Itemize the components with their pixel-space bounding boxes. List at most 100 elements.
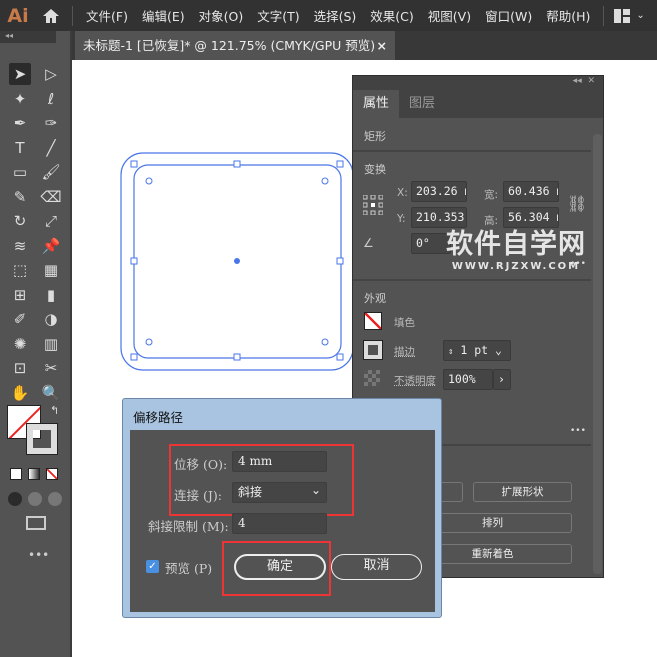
column-graph-tool[interactable]: ▥ <box>40 333 62 355</box>
ok-button[interactable]: 确定 <box>234 554 326 580</box>
eraser-tool[interactable]: ⌫ <box>40 186 62 208</box>
color-mode-row <box>10 468 58 480</box>
offset-input[interactable]: 4 mm <box>232 451 327 472</box>
appearance-title: 外观 <box>364 292 386 305</box>
x-label: X: <box>397 187 408 199</box>
rotate-input[interactable]: 0° <box>411 233 451 254</box>
miter-limit-input[interactable]: 4 <box>232 513 327 534</box>
menu-file[interactable]: 文件(F) <box>79 6 135 25</box>
tab-layers[interactable]: 图层 <box>399 90 445 118</box>
rotate-tool[interactable]: ↻ <box>9 210 31 232</box>
blend-tool[interactable]: ◑ <box>40 308 62 330</box>
miter-limit-label: 斜接限制 (M): <box>148 519 229 534</box>
watermark-text: 软件自学网 <box>446 229 586 260</box>
scrollbar[interactable] <box>593 134 602 574</box>
swap-colors-icon[interactable]: ↰ <box>50 404 59 417</box>
joins-label: 连接 (J): <box>174 488 222 503</box>
close-tab-button[interactable]: × <box>377 31 387 60</box>
preview-checkbox[interactable]: ✓ <box>146 560 159 573</box>
expand-shape-button[interactable]: 扩展形状 <box>473 482 572 502</box>
perspective-grid-tool[interactable]: ▦ <box>40 259 62 281</box>
more-tools-button[interactable]: ••• <box>28 548 49 562</box>
rectangle-tool[interactable]: ▭ <box>9 161 31 183</box>
x-input[interactable]: 203.26 m <box>411 181 467 202</box>
zoom-tool[interactable]: 🔍 <box>40 382 62 404</box>
magic-wand-tool[interactable]: ✦ <box>9 88 31 110</box>
joins-select[interactable]: 斜接 ⌄ <box>232 482 327 503</box>
curvature-tool[interactable]: ✑ <box>40 112 62 134</box>
puppet-warp-tool[interactable]: 📌 <box>40 235 62 257</box>
tab-properties[interactable]: 属性 <box>353 90 400 118</box>
constrain-proportions-icon[interactable]: ⛓ <box>567 194 587 213</box>
gradient-button[interactable] <box>28 468 40 480</box>
menu-edit[interactable]: 编辑(E) <box>135 6 192 25</box>
opacity-icon <box>364 370 380 386</box>
cancel-button[interactable]: 取消 <box>331 554 422 580</box>
menu-object[interactable]: 对象(O) <box>192 6 251 25</box>
menu-select[interactable]: 选择(S) <box>307 6 364 25</box>
chevron-down-icon[interactable]: ⌄ <box>495 343 502 357</box>
menu-view[interactable]: 视图(V) <box>421 6 478 25</box>
free-transform-tool[interactable]: ⬚ <box>9 259 31 281</box>
reference-point-icon[interactable] <box>363 195 383 215</box>
stroke-weight-stepper[interactable]: ⇕ 1 pt ⌄ <box>443 340 511 361</box>
pen-tool[interactable]: ✒ <box>9 112 31 134</box>
collapse-icon[interactable]: ◂◂ <box>573 76 582 86</box>
width-input[interactable]: 60.436 m <box>503 181 559 202</box>
symbol-sprayer-tool[interactable]: ✺ <box>9 333 31 355</box>
opacity-input[interactable]: 100% <box>443 369 493 390</box>
slice-tool[interactable]: ✂ <box>40 357 62 379</box>
scale-tool[interactable]: ⤢ <box>40 210 62 232</box>
stroke-swatch[interactable] <box>26 423 58 455</box>
draw-modes[interactable] <box>8 492 62 506</box>
stroke-label[interactable]: 描边 <box>394 344 415 359</box>
more-options-button[interactable]: ••• <box>570 426 586 436</box>
menu-window[interactable]: 窗口(W) <box>478 6 539 25</box>
offset-path-dialog: 偏移路径 位移 (O): 4 mm 连接 (J): 斜接 ⌄ 斜接限制 (M): … <box>122 398 442 618</box>
type-tool[interactable]: T <box>9 137 31 159</box>
collapse-toolbar-button[interactable]: ◂◂ <box>0 31 56 43</box>
dialog-title: 偏移路径 <box>133 410 184 425</box>
artboard-tool[interactable]: ⊡ <box>9 357 31 379</box>
stroke-swatch-panel[interactable] <box>363 340 383 360</box>
menu-effect[interactable]: 效果(C) <box>363 6 420 25</box>
app-logo: Ai <box>7 4 29 27</box>
home-button[interactable] <box>36 6 66 26</box>
lasso-tool[interactable]: ℓ <box>40 88 62 110</box>
home-icon <box>43 8 59 23</box>
watermark-url: WWW.RJZXW.COM <box>451 261 581 272</box>
transform-title: 变换 <box>364 163 386 176</box>
stroke-weight-value: 1 pt <box>460 343 489 357</box>
width-tool[interactable]: ≋ <box>9 235 31 257</box>
none-button[interactable] <box>46 468 58 480</box>
direct-selection-tool[interactable]: ▷ <box>40 63 62 85</box>
joins-value: 斜接 <box>238 485 263 499</box>
menu-type[interactable]: 文字(T) <box>250 6 306 25</box>
opacity-expand-button[interactable]: › <box>493 369 511 390</box>
opacity-label[interactable]: 不透明度 <box>394 373 436 388</box>
document-tab[interactable]: 未标题-1 [已恢复]* @ 121.75% (CMYK/GPU 预览) × <box>75 31 395 60</box>
angle-icon: ∠ <box>363 236 374 250</box>
fill-label: 填色 <box>394 317 415 329</box>
color-button[interactable] <box>10 468 22 480</box>
workspace-switcher[interactable]: ⌄ <box>614 8 645 23</box>
hand-tool[interactable]: ✋ <box>9 382 31 404</box>
shaper-tool[interactable]: ✎ <box>9 186 31 208</box>
preview-label[interactable]: 预览 (P) <box>165 558 212 577</box>
layout-grid-icon <box>614 8 631 23</box>
gradient-tool[interactable]: ▮ <box>40 284 62 306</box>
width-label: 宽: <box>484 189 499 201</box>
line-tool[interactable]: ╱ <box>40 137 62 159</box>
menu-help[interactable]: 帮助(H) <box>539 6 597 25</box>
selection-tool[interactable]: ➤ <box>9 63 31 85</box>
paintbrush-tool[interactable]: 🖌 <box>40 161 62 183</box>
close-icon[interactable]: ✕ <box>587 76 595 86</box>
eyedropper-tool[interactable]: ✐ <box>9 308 31 330</box>
mesh-tool[interactable]: ⊞ <box>9 284 31 306</box>
fill-swatch-panel[interactable] <box>364 312 382 330</box>
screen-mode-button[interactable] <box>26 516 46 530</box>
menu-bar: Ai 文件(F) 编辑(E) 对象(O) 文字(T) 选择(S) 效果(C) 视… <box>0 0 657 31</box>
y-label: Y: <box>397 213 406 225</box>
object-type: 矩形 <box>364 130 386 143</box>
document-title: 未标题-1 [已恢复]* @ 121.75% (CMYK/GPU 预览) <box>83 38 376 53</box>
